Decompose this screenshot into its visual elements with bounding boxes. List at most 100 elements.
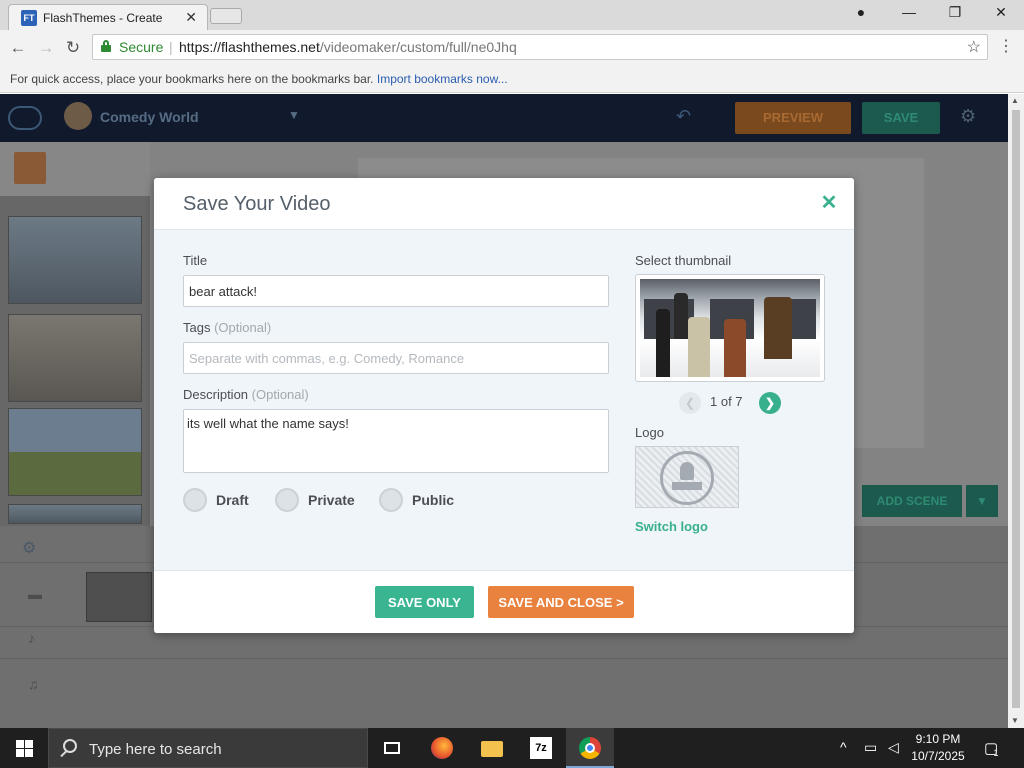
thumb-character xyxy=(724,319,746,377)
description-label: Description (Optional) xyxy=(183,387,309,402)
draft-label: Draft xyxy=(216,492,249,508)
scrollbar-thumb[interactable] xyxy=(1012,110,1020,708)
window-close-icon[interactable]: ✕ xyxy=(986,4,1016,21)
menu-icon[interactable]: ⋮ xyxy=(998,36,1014,56)
url-host: https://flashthemes.net xyxy=(179,39,320,55)
chevron-up-icon[interactable]: ^ xyxy=(840,739,847,755)
timeline-scene-thumbnail[interactable] xyxy=(86,572,152,622)
music-icon: ♫ xyxy=(28,676,39,692)
public-label: Public xyxy=(412,492,455,508)
theme-name[interactable]: Comedy World xyxy=(100,109,199,125)
taskbar-search-placeholder: Type here to search xyxy=(89,741,222,758)
address-bar[interactable]: Secure | https://flashthemes.net/videoma… xyxy=(92,34,988,60)
page-scrollbar[interactable]: ▲ ▼ xyxy=(1008,94,1024,728)
background-list xyxy=(0,196,150,526)
mic-icon: ♪ xyxy=(28,630,35,646)
folder-icon[interactable] xyxy=(468,728,516,768)
dialog-footer: SAVE ONLY SAVE AND CLOSE > xyxy=(154,570,854,633)
list-item[interactable] xyxy=(8,216,142,304)
select-thumbnail-label: Select thumbnail xyxy=(635,253,732,268)
thumbnail-preview[interactable] xyxy=(635,274,825,382)
forward-arrow-icon[interactable]: → xyxy=(36,38,56,58)
logo-label: Logo xyxy=(635,425,664,440)
back-arrow-icon[interactable]: ← xyxy=(8,38,28,58)
title-input[interactable] xyxy=(183,275,609,307)
network-icon[interactable]: ▭ xyxy=(864,739,877,756)
notification-count: 1 xyxy=(993,748,999,758)
app-save-button[interactable]: SAVE xyxy=(862,102,940,134)
public-radio-circle[interactable] xyxy=(379,488,403,512)
tab-close-icon[interactable]: ✕ xyxy=(185,9,197,26)
chrome-icon[interactable] xyxy=(566,728,614,768)
save-video-dialog: Save Your Video ✕ Title Tags (Optional) … xyxy=(154,178,854,633)
tags-input[interactable] xyxy=(183,342,609,374)
save-and-close-button[interactable]: SAVE AND CLOSE > xyxy=(488,586,634,618)
description-label-text: Description xyxy=(183,387,249,402)
omnibox-separator: | xyxy=(169,39,173,55)
undo-icon[interactable]: ↶ xyxy=(676,106,691,127)
search-icon-handle xyxy=(60,750,67,758)
add-scene-button[interactable]: ADD SCENE xyxy=(862,485,962,517)
tags-label-text: Tags xyxy=(183,320,211,335)
taskbar-search[interactable]: Type here to search xyxy=(48,728,368,768)
tab-title: FlashThemes - Create xyxy=(43,11,163,25)
profile-icon[interactable]: ● xyxy=(846,4,876,20)
description-input[interactable]: its well what the name says! xyxy=(183,409,609,473)
logo-preview[interactable] xyxy=(635,446,739,508)
taskbar: Type here to search 7z ^ ▭ ◁ 9:10 PM 10/… xyxy=(0,728,1024,768)
app-header: Comedy World ▼ ↶ PREVIEW SAVE ⚙ xyxy=(0,94,1008,142)
dialog-title: Save Your Video xyxy=(183,193,331,215)
dialog-body: Title Tags (Optional) Description (Optio… xyxy=(154,230,854,570)
timeline-row xyxy=(0,658,1008,659)
list-item[interactable] xyxy=(8,314,142,402)
thumbnail-counter: 1 of 7 xyxy=(710,394,743,409)
thumb-character xyxy=(656,309,670,377)
scroll-up-icon[interactable]: ▲ xyxy=(1011,96,1019,105)
list-item[interactable] xyxy=(8,504,142,524)
7zip-icon[interactable]: 7z xyxy=(517,728,565,768)
thumb-character xyxy=(674,293,688,339)
minimize-icon[interactable]: — xyxy=(894,4,924,20)
save-only-button[interactable]: SAVE ONLY xyxy=(375,586,474,618)
maximize-icon[interactable]: ❐ xyxy=(940,4,970,21)
clock-time[interactable]: 9:10 PM xyxy=(903,732,973,746)
reload-icon[interactable]: ↻ xyxy=(63,38,83,58)
bookmarks-text: For quick access, place your bookmarks h… xyxy=(10,72,374,86)
bookmarks-bar: For quick access, place your bookmarks h… xyxy=(0,65,1024,93)
cloud-logo-icon[interactable] xyxy=(8,106,42,130)
import-bookmarks-link[interactable]: Import bookmarks now... xyxy=(377,72,508,86)
star-icon[interactable]: ☆ xyxy=(967,37,981,57)
volume-icon[interactable]: ◁ xyxy=(888,739,899,756)
clock-date[interactable]: 10/7/2025 xyxy=(903,749,973,763)
close-icon[interactable]: ✕ xyxy=(818,190,840,214)
dialog-header: Save Your Video ✕ xyxy=(154,178,854,230)
windows-icon[interactable] xyxy=(0,728,48,768)
new-tab-button[interactable] xyxy=(210,8,242,24)
switch-logo-link[interactable]: Switch logo xyxy=(635,519,708,534)
scroll-down-icon[interactable]: ▼ xyxy=(1011,716,1019,725)
browser-tab-active[interactable]: FT FlashThemes - Create ✕ xyxy=(8,4,208,30)
firefox-icon[interactable] xyxy=(418,728,466,768)
chevron-left-icon[interactable]: ❮ xyxy=(679,392,701,414)
task-view-icon[interactable] xyxy=(368,728,416,768)
avatar[interactable] xyxy=(64,102,92,130)
stamp-icon xyxy=(660,451,714,505)
bookmarks-message: For quick access, place your bookmarks h… xyxy=(10,72,508,86)
chevron-right-icon[interactable]: ❯ xyxy=(759,392,781,414)
tags-label: Tags (Optional) xyxy=(183,320,271,335)
chevron-down-icon[interactable]: ▼ xyxy=(288,108,300,122)
list-item[interactable] xyxy=(8,408,142,496)
thumbnail-image xyxy=(640,279,820,377)
tab-characters[interactable] xyxy=(78,152,110,184)
tab-backgrounds[interactable] xyxy=(14,152,46,184)
title-label: Title xyxy=(183,253,208,268)
draft-radio-circle[interactable] xyxy=(183,488,207,512)
favicon: FT xyxy=(21,10,37,26)
add-scene-chevron-icon[interactable]: ▼ xyxy=(966,485,998,517)
preview-button[interactable]: PREVIEW xyxy=(735,102,851,134)
thumb-bear xyxy=(764,297,792,359)
private-radio-circle[interactable] xyxy=(275,488,299,512)
gear-icon[interactable]: ⚙ xyxy=(960,106,976,127)
secure-label: Secure xyxy=(119,39,164,55)
timeline-gear-icon[interactable]: ⚙ xyxy=(22,538,36,558)
